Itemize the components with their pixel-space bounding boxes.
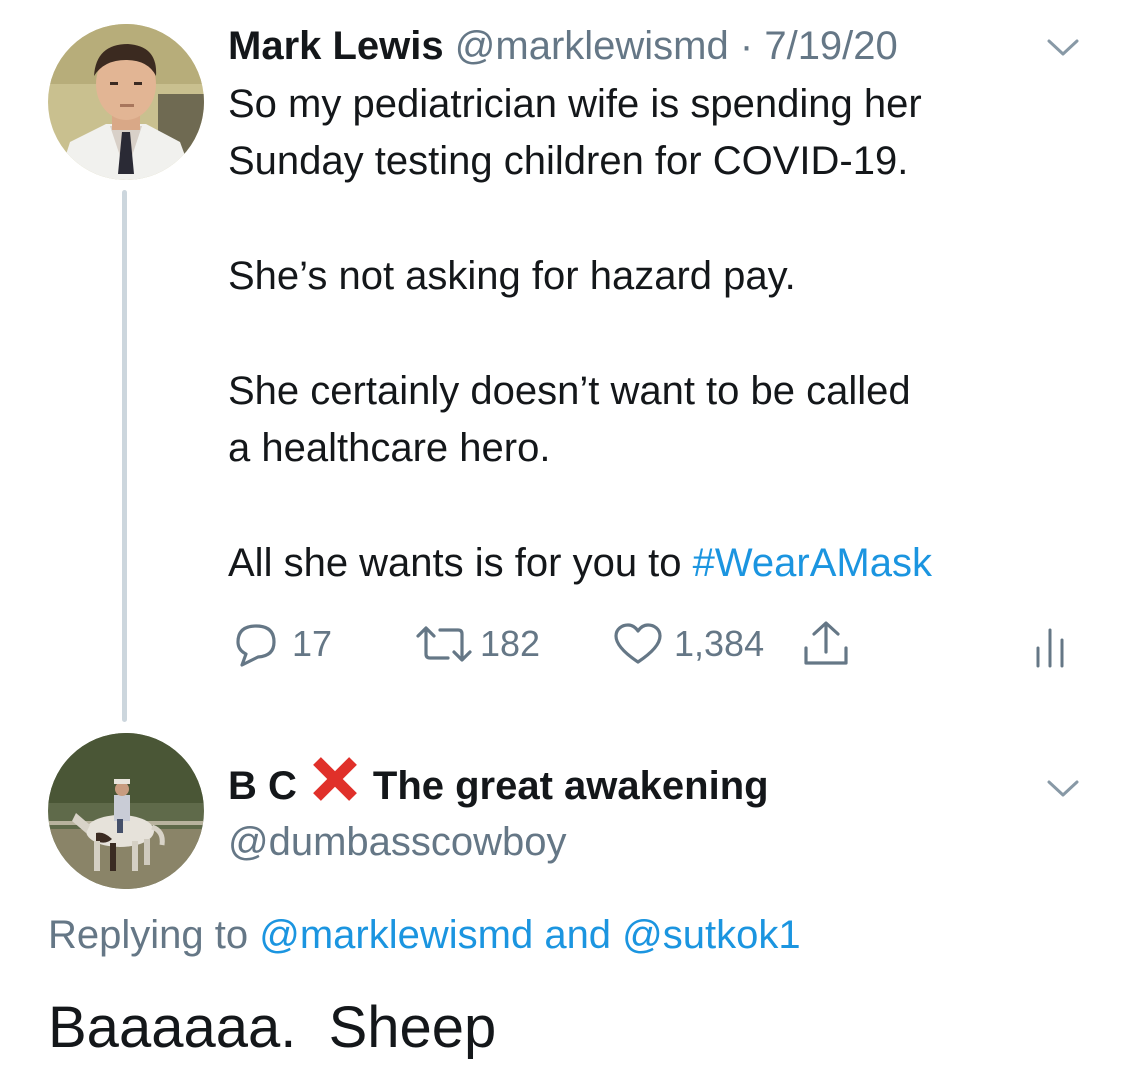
tweet-line: a healthcare hero. [228, 426, 551, 470]
author-name-prefix: B C [228, 764, 297, 808]
avatar[interactable] [48, 24, 204, 180]
tweet-line: Sunday testing children for COVID-19. [228, 139, 909, 183]
replying-and: and [533, 913, 623, 957]
reply-button[interactable]: 17 [228, 616, 332, 672]
tweet-header: Mark Lewis @marklewismd · 7/19/20 [228, 16, 898, 76]
tweet-line: She certainly doesn’t want to be called [228, 369, 911, 413]
like-count: 1,384 [674, 623, 765, 664]
thread-connector-line [122, 190, 127, 722]
tweet-date[interactable]: 7/19/20 [764, 24, 897, 68]
avatar[interactable] [48, 733, 204, 889]
analytics-icon [1036, 628, 1064, 668]
heart-icon [614, 623, 662, 664]
red-cross-emoji-icon [309, 753, 361, 820]
tweet-text: Baaaaaa. Sheep [48, 995, 497, 1060]
author-name[interactable]: B C The great awakening [228, 756, 769, 814]
retweet-icon [416, 626, 472, 662]
mention-link[interactable]: @sutkok1 [622, 913, 800, 957]
author-handle[interactable]: @dumbasscowboy [228, 814, 567, 870]
hashtag-link[interactable]: #WearAMask [693, 541, 932, 585]
chevron-down-icon[interactable] [1043, 773, 1083, 803]
reply-count: 17 [292, 623, 333, 664]
chevron-down-icon[interactable] [1043, 32, 1083, 62]
replying-to-line: Replying to @marklewismd and @sutkok1 [48, 906, 801, 964]
author-name-suffix: The great awakening [372, 764, 769, 808]
reply-icon [236, 624, 276, 667]
like-button[interactable]: 1,384 [610, 616, 764, 672]
author-name[interactable]: Mark Lewis [228, 24, 444, 68]
share-icon [804, 621, 848, 665]
author-handle[interactable]: @marklewismd [455, 24, 729, 68]
share-button[interactable] [798, 616, 854, 672]
retweet-button[interactable]: 182 [412, 616, 540, 672]
replying-label: Replying to [48, 913, 260, 957]
tweet-text: So my pediatrician wife is spending her … [228, 76, 1108, 592]
tweet-line: All she wants is for you to #WearAMask [228, 535, 1108, 592]
avatar-horse-rider-icon [48, 733, 204, 889]
retweet-count: 182 [480, 623, 541, 664]
avatar-man-in-white-coat-icon [48, 24, 204, 180]
tweet-line: She’s not asking for hazard pay. [228, 254, 796, 298]
tweet-line-text: All she wants is for you to [228, 541, 693, 585]
tweet-line: So my pediatrician wife is spending her [228, 82, 922, 126]
analytics-button[interactable] [1030, 616, 1070, 672]
separator-dot: · [739, 24, 754, 68]
mention-link[interactable]: @marklewismd [259, 913, 533, 957]
